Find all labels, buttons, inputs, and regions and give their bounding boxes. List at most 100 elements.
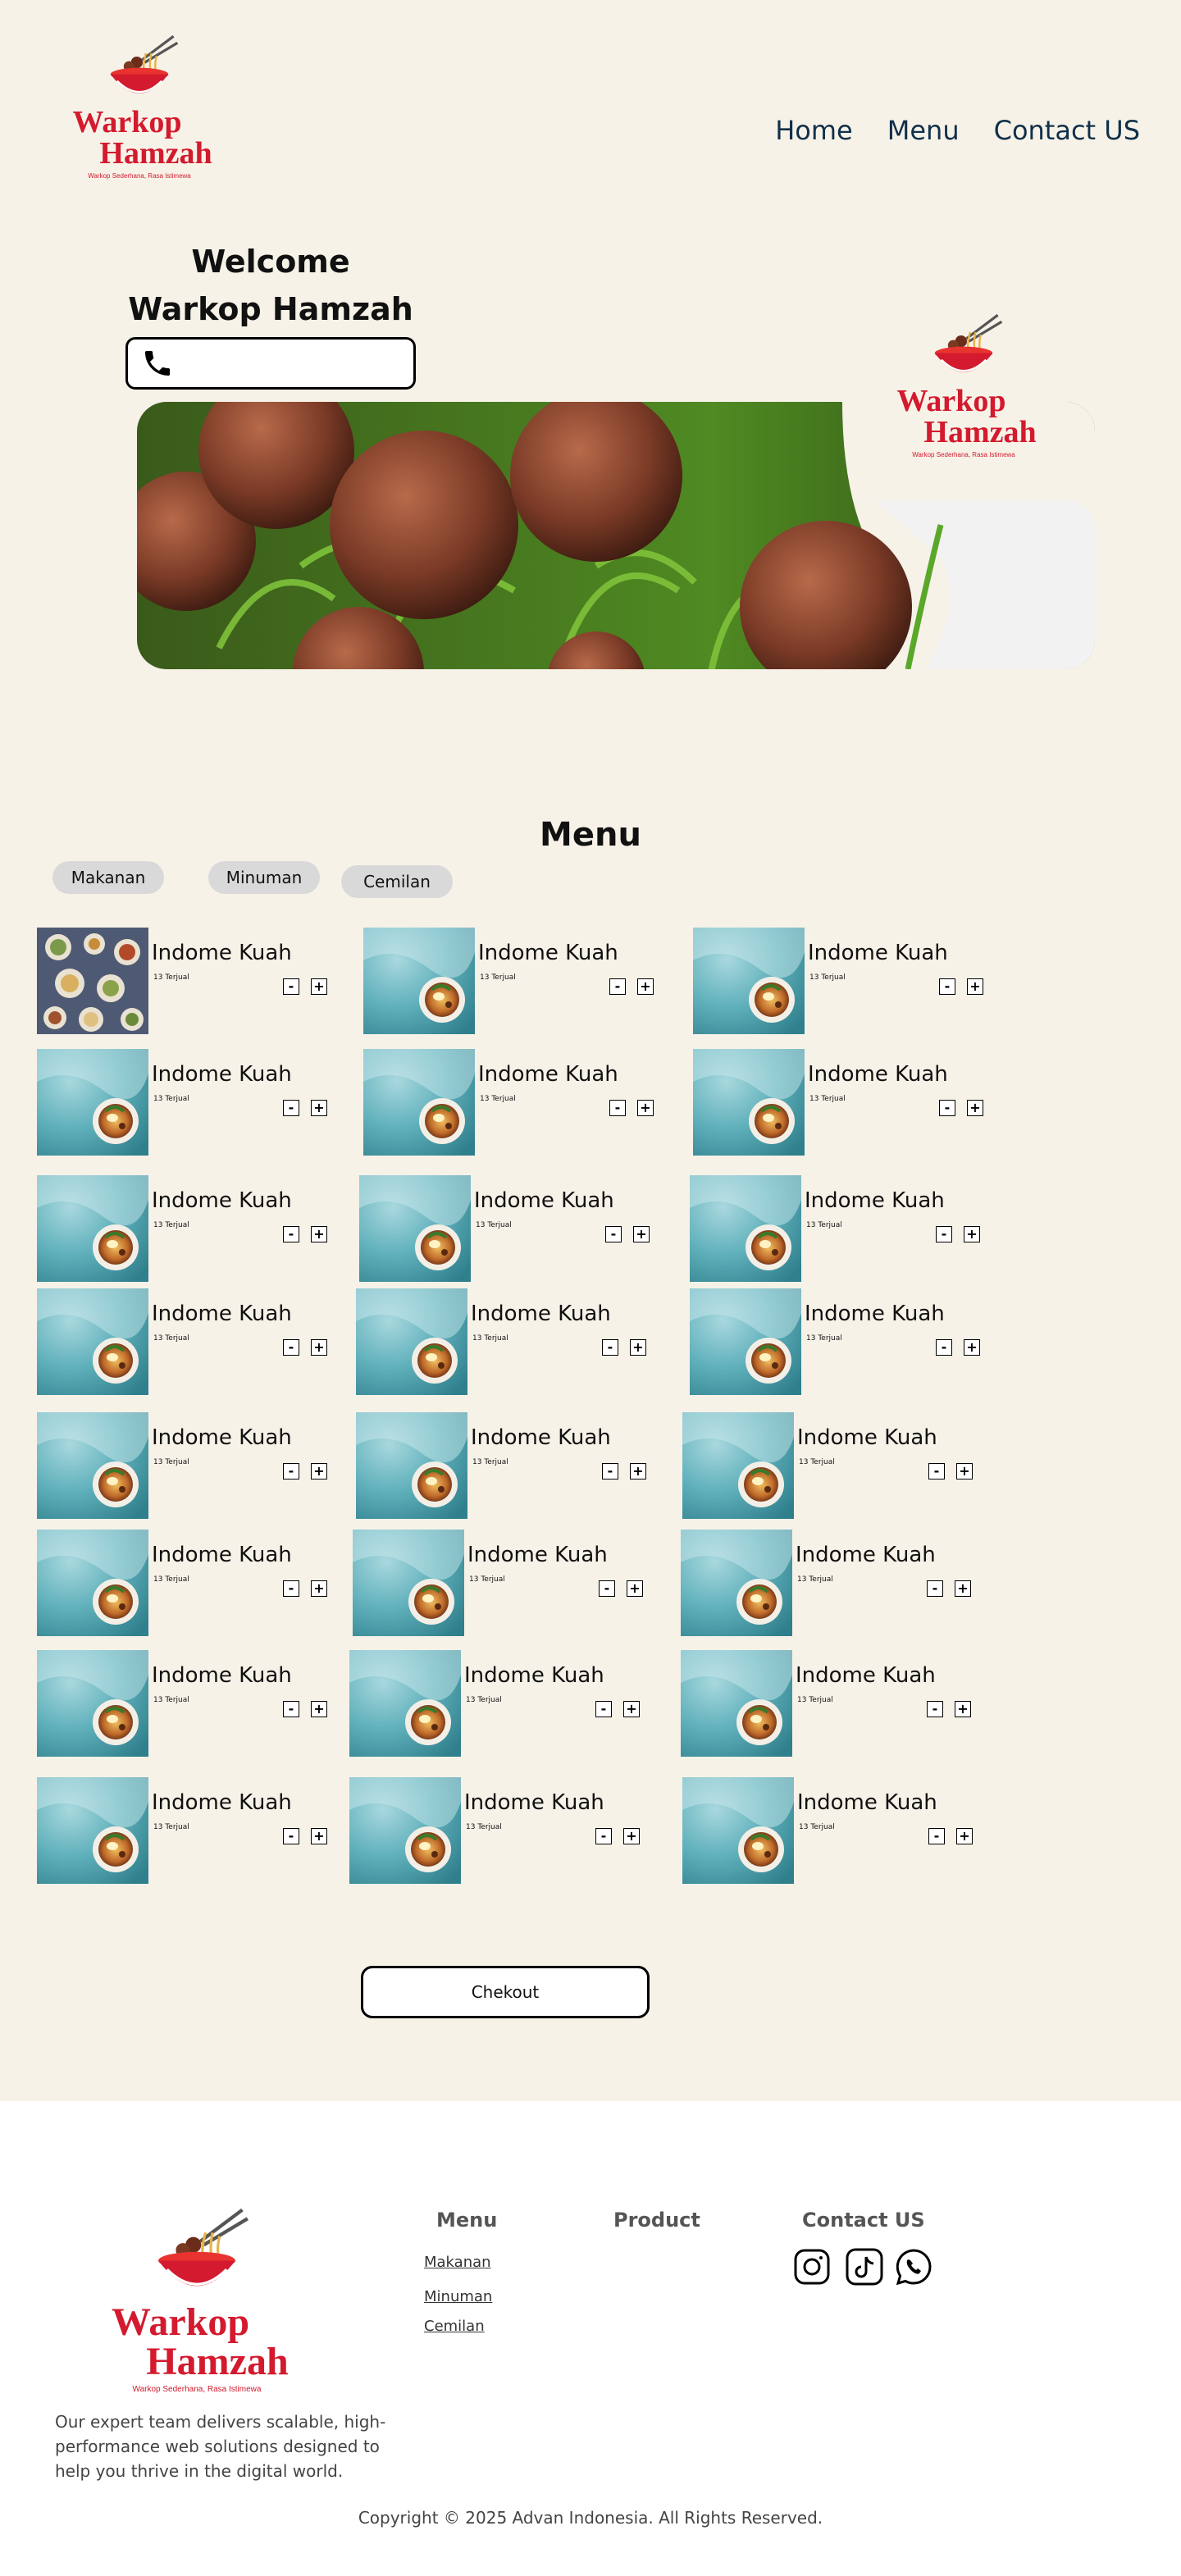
increase-quantity-button[interactable]: + bbox=[956, 1463, 973, 1479]
decrease-quantity-button[interactable]: - bbox=[939, 978, 955, 995]
increase-quantity-button[interactable]: + bbox=[967, 978, 983, 995]
decrease-quantity-button[interactable]: - bbox=[927, 1580, 943, 1597]
increase-quantity-button[interactable]: + bbox=[627, 1580, 643, 1597]
phone-field[interactable] bbox=[125, 337, 416, 390]
increase-quantity-button[interactable]: + bbox=[311, 1100, 327, 1116]
menu-item-card[interactable]: Indome Kuah 13 Terjual - + bbox=[37, 1530, 349, 1636]
menu-item-card[interactable]: Indome Kuah 13 Terjual - + bbox=[693, 928, 1005, 1034]
category-minuman[interactable]: Minuman bbox=[208, 861, 320, 894]
menu-item-card[interactable]: Indome Kuah 13 Terjual - + bbox=[363, 928, 675, 1034]
menu-item-sold: 13 Terjual bbox=[797, 1696, 833, 1704]
brand-tagline: Warkop Sederhana, Rasa Istimewa bbox=[88, 172, 191, 180]
decrease-quantity-button[interactable]: - bbox=[936, 1226, 952, 1242]
food-image bbox=[682, 1777, 794, 1884]
decrease-quantity-button[interactable]: - bbox=[609, 1100, 626, 1116]
decrease-quantity-button[interactable]: - bbox=[283, 1701, 299, 1717]
menu-item-card[interactable]: Indome Kuah 13 Terjual - + bbox=[356, 1288, 668, 1395]
decrease-quantity-button[interactable]: - bbox=[605, 1226, 622, 1242]
food-image bbox=[690, 1175, 801, 1282]
menu-item-card[interactable]: Indome Kuah 13 Terjual - + bbox=[682, 1412, 994, 1519]
increase-quantity-button[interactable]: + bbox=[623, 1828, 640, 1844]
menu-item-card[interactable]: Indome Kuah 13 Terjual - + bbox=[37, 1777, 349, 1884]
decrease-quantity-button[interactable]: - bbox=[283, 1226, 299, 1242]
increase-quantity-button[interactable]: + bbox=[311, 1828, 327, 1844]
footer-link-cemilan[interactable]: Cemilan bbox=[424, 2318, 485, 2335]
decrease-quantity-button[interactable]: - bbox=[928, 1463, 945, 1479]
decrease-quantity-button[interactable]: - bbox=[939, 1100, 955, 1116]
decrease-quantity-button[interactable]: - bbox=[283, 1580, 299, 1597]
menu-item-card[interactable]: Indome Kuah 13 Terjual - + bbox=[349, 1650, 661, 1757]
decrease-quantity-button[interactable]: - bbox=[936, 1339, 952, 1356]
menu-item-name: Indome Kuah bbox=[467, 1543, 608, 1567]
decrease-quantity-button[interactable]: - bbox=[609, 978, 626, 995]
instagram-icon[interactable] bbox=[792, 2247, 832, 2286]
decrease-quantity-button[interactable]: - bbox=[599, 1580, 615, 1597]
decrease-quantity-button[interactable]: - bbox=[602, 1463, 618, 1479]
menu-item-name: Indome Kuah bbox=[808, 941, 948, 965]
footer-heading-menu: Menu bbox=[436, 2209, 498, 2232]
increase-quantity-button[interactable]: + bbox=[311, 1701, 327, 1717]
increase-quantity-button[interactable]: + bbox=[964, 1339, 980, 1356]
food-image bbox=[37, 1049, 148, 1156]
menu-item-card[interactable]: Indome Kuah 13 Terjual - + bbox=[37, 1412, 349, 1519]
category-cemilan[interactable]: Cemilan bbox=[341, 865, 453, 898]
decrease-quantity-button[interactable]: - bbox=[283, 1339, 299, 1356]
category-makanan[interactable]: Makanan bbox=[52, 861, 164, 894]
increase-quantity-button[interactable]: + bbox=[967, 1100, 983, 1116]
menu-item-card[interactable]: Indome Kuah 13 Terjual - + bbox=[349, 1777, 661, 1884]
whatsapp-icon[interactable] bbox=[894, 2247, 933, 2286]
increase-quantity-button[interactable]: + bbox=[964, 1226, 980, 1242]
decrease-quantity-button[interactable]: - bbox=[595, 1701, 612, 1717]
menu-item-card[interactable]: Indome Kuah 13 Terjual - + bbox=[37, 1175, 349, 1282]
tiktok-icon[interactable] bbox=[845, 2247, 884, 2286]
menu-item-card[interactable]: Indome Kuah 13 Terjual - + bbox=[37, 1650, 349, 1757]
menu-item-card[interactable]: Indome Kuah 13 Terjual - + bbox=[37, 928, 349, 1034]
menu-item-name: Indome Kuah bbox=[797, 1425, 937, 1450]
increase-quantity-button[interactable]: + bbox=[311, 1226, 327, 1242]
menu-item-card[interactable]: Indome Kuah 13 Terjual - + bbox=[356, 1412, 668, 1519]
nav-menu[interactable]: Menu bbox=[887, 115, 960, 146]
increase-quantity-button[interactable]: + bbox=[955, 1701, 971, 1717]
brand-name-line1: Warkop bbox=[111, 2300, 250, 2344]
menu-item-card[interactable]: Indome Kuah 13 Terjual - + bbox=[690, 1175, 1001, 1282]
decrease-quantity-button[interactable]: - bbox=[283, 1828, 299, 1844]
decrease-quantity-button[interactable]: - bbox=[283, 1100, 299, 1116]
menu-item-name: Indome Kuah bbox=[152, 1425, 292, 1450]
footer-link-makanan[interactable]: Makanan bbox=[424, 2254, 491, 2271]
nav-contact[interactable]: Contact US bbox=[994, 115, 1140, 146]
increase-quantity-button[interactable]: + bbox=[311, 1339, 327, 1356]
increase-quantity-button[interactable]: + bbox=[630, 1339, 646, 1356]
increase-quantity-button[interactable]: + bbox=[311, 978, 327, 995]
menu-item-card[interactable]: Indome Kuah 13 Terjual - + bbox=[681, 1650, 992, 1757]
increase-quantity-button[interactable]: + bbox=[633, 1226, 650, 1242]
checkout-button[interactable]: Chekout bbox=[361, 1966, 650, 2018]
decrease-quantity-button[interactable]: - bbox=[928, 1828, 945, 1844]
increase-quantity-button[interactable]: + bbox=[956, 1828, 973, 1844]
menu-item-card[interactable]: Indome Kuah 13 Terjual - + bbox=[363, 1049, 675, 1156]
increase-quantity-button[interactable]: + bbox=[637, 1100, 654, 1116]
decrease-quantity-button[interactable]: - bbox=[283, 1463, 299, 1479]
menu-item-card[interactable]: Indome Kuah 13 Terjual - + bbox=[37, 1049, 349, 1156]
menu-item-card[interactable]: Indome Kuah 13 Terjual - + bbox=[690, 1288, 1001, 1395]
decrease-quantity-button[interactable]: - bbox=[595, 1828, 612, 1844]
brand-name-line2: Hamzah bbox=[923, 415, 1037, 449]
menu-item-card[interactable]: Indome Kuah 13 Terjual - + bbox=[37, 1288, 349, 1395]
brand-logo[interactable]: Warkop Hamzah Warkop Sederhana, Rasa Ist… bbox=[66, 33, 213, 180]
increase-quantity-button[interactable]: + bbox=[311, 1580, 327, 1597]
menu-item-card[interactable]: Indome Kuah 13 Terjual - + bbox=[681, 1530, 992, 1636]
nav-home[interactable]: Home bbox=[775, 115, 853, 146]
menu-item-card[interactable]: Indome Kuah 13 Terjual - + bbox=[682, 1777, 994, 1884]
increase-quantity-button[interactable]: + bbox=[311, 1463, 327, 1479]
increase-quantity-button[interactable]: + bbox=[630, 1463, 646, 1479]
noodle-bowl-icon bbox=[924, 312, 1003, 385]
increase-quantity-button[interactable]: + bbox=[637, 978, 654, 995]
decrease-quantity-button[interactable]: - bbox=[283, 978, 299, 995]
decrease-quantity-button[interactable]: - bbox=[602, 1339, 618, 1356]
menu-item-card[interactable]: Indome Kuah 13 Terjual - + bbox=[359, 1175, 671, 1282]
increase-quantity-button[interactable]: + bbox=[623, 1701, 640, 1717]
menu-item-card[interactable]: Indome Kuah 13 Terjual - + bbox=[353, 1530, 664, 1636]
menu-item-card[interactable]: Indome Kuah 13 Terjual - + bbox=[693, 1049, 1005, 1156]
increase-quantity-button[interactable]: + bbox=[955, 1580, 971, 1597]
footer-link-minuman[interactable]: Minuman bbox=[424, 2288, 492, 2305]
decrease-quantity-button[interactable]: - bbox=[927, 1701, 943, 1717]
